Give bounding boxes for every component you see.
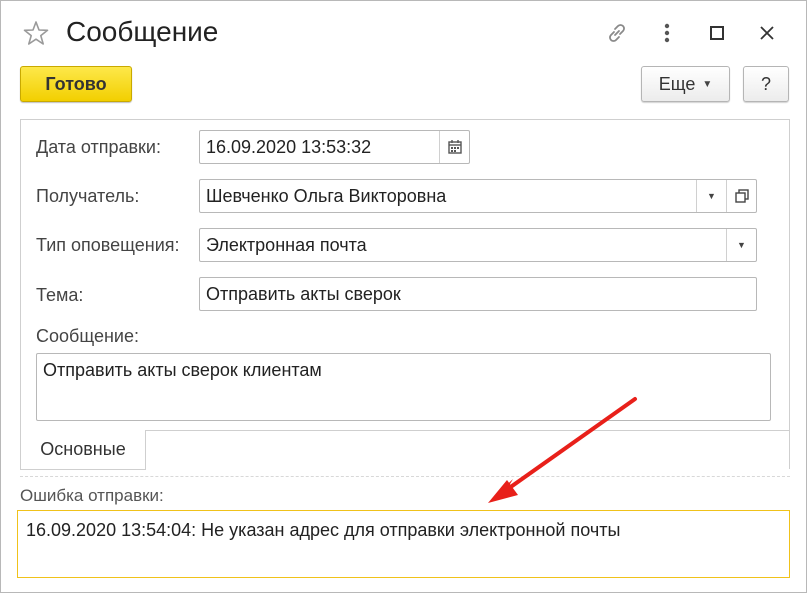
- chevron-down-icon: ▼: [702, 78, 713, 90]
- message-textarea[interactable]: Отправить акты сверок клиентам: [36, 353, 771, 421]
- calendar-icon[interactable]: [439, 131, 469, 163]
- link-icon[interactable]: [592, 20, 642, 46]
- maximize-icon[interactable]: [692, 20, 742, 46]
- tab-main[interactable]: Основные: [20, 430, 146, 470]
- date-label: Дата отправки:: [36, 137, 161, 157]
- notify-type-label: Тип оповещения:: [36, 235, 180, 255]
- recipient-field[interactable]: Шевченко Ольга Викторовна ▼: [199, 179, 757, 213]
- message-label: Сообщение:: [36, 326, 139, 346]
- dropdown-icon[interactable]: ▼: [696, 180, 726, 212]
- recipient-label: Получатель:: [36, 186, 140, 206]
- more-vertical-icon[interactable]: [642, 20, 692, 46]
- error-label: Ошибка отправки:: [20, 486, 164, 505]
- separator: [20, 476, 790, 477]
- date-field[interactable]: 16.09.2020 13:53:32: [199, 130, 470, 164]
- done-button[interactable]: Готово: [20, 66, 132, 102]
- notify-type-value: Электронная почта: [206, 234, 367, 255]
- subject-label: Тема:: [36, 285, 84, 305]
- tab-divider: [146, 430, 790, 431]
- recipient-value: Шевченко Ольга Викторовна: [206, 185, 447, 206]
- star-icon[interactable]: [23, 20, 49, 46]
- notify-type-field[interactable]: Электронная почта ▼: [199, 228, 757, 262]
- help-button[interactable]: ?: [743, 66, 789, 102]
- more-button[interactable]: Еще ▼: [641, 66, 730, 102]
- more-button-label: Еще: [658, 73, 696, 94]
- open-form-icon[interactable]: [726, 180, 756, 212]
- date-value: 16.09.2020 13:53:32: [206, 136, 372, 157]
- message-window: Сообщение Готово Еще ▼ ? Дата отправки: …: [0, 0, 807, 593]
- window-title: Сообщение: [66, 16, 219, 47]
- close-icon[interactable]: [742, 20, 792, 46]
- subject-value: Отправить акты сверок: [206, 283, 401, 304]
- subject-field[interactable]: Отправить акты сверок: [199, 277, 757, 311]
- error-message-box[interactable]: 16.09.2020 13:54:04: Не указан адрес для…: [17, 510, 790, 578]
- title-actions: [592, 20, 792, 46]
- dropdown-icon[interactable]: ▼: [726, 229, 756, 261]
